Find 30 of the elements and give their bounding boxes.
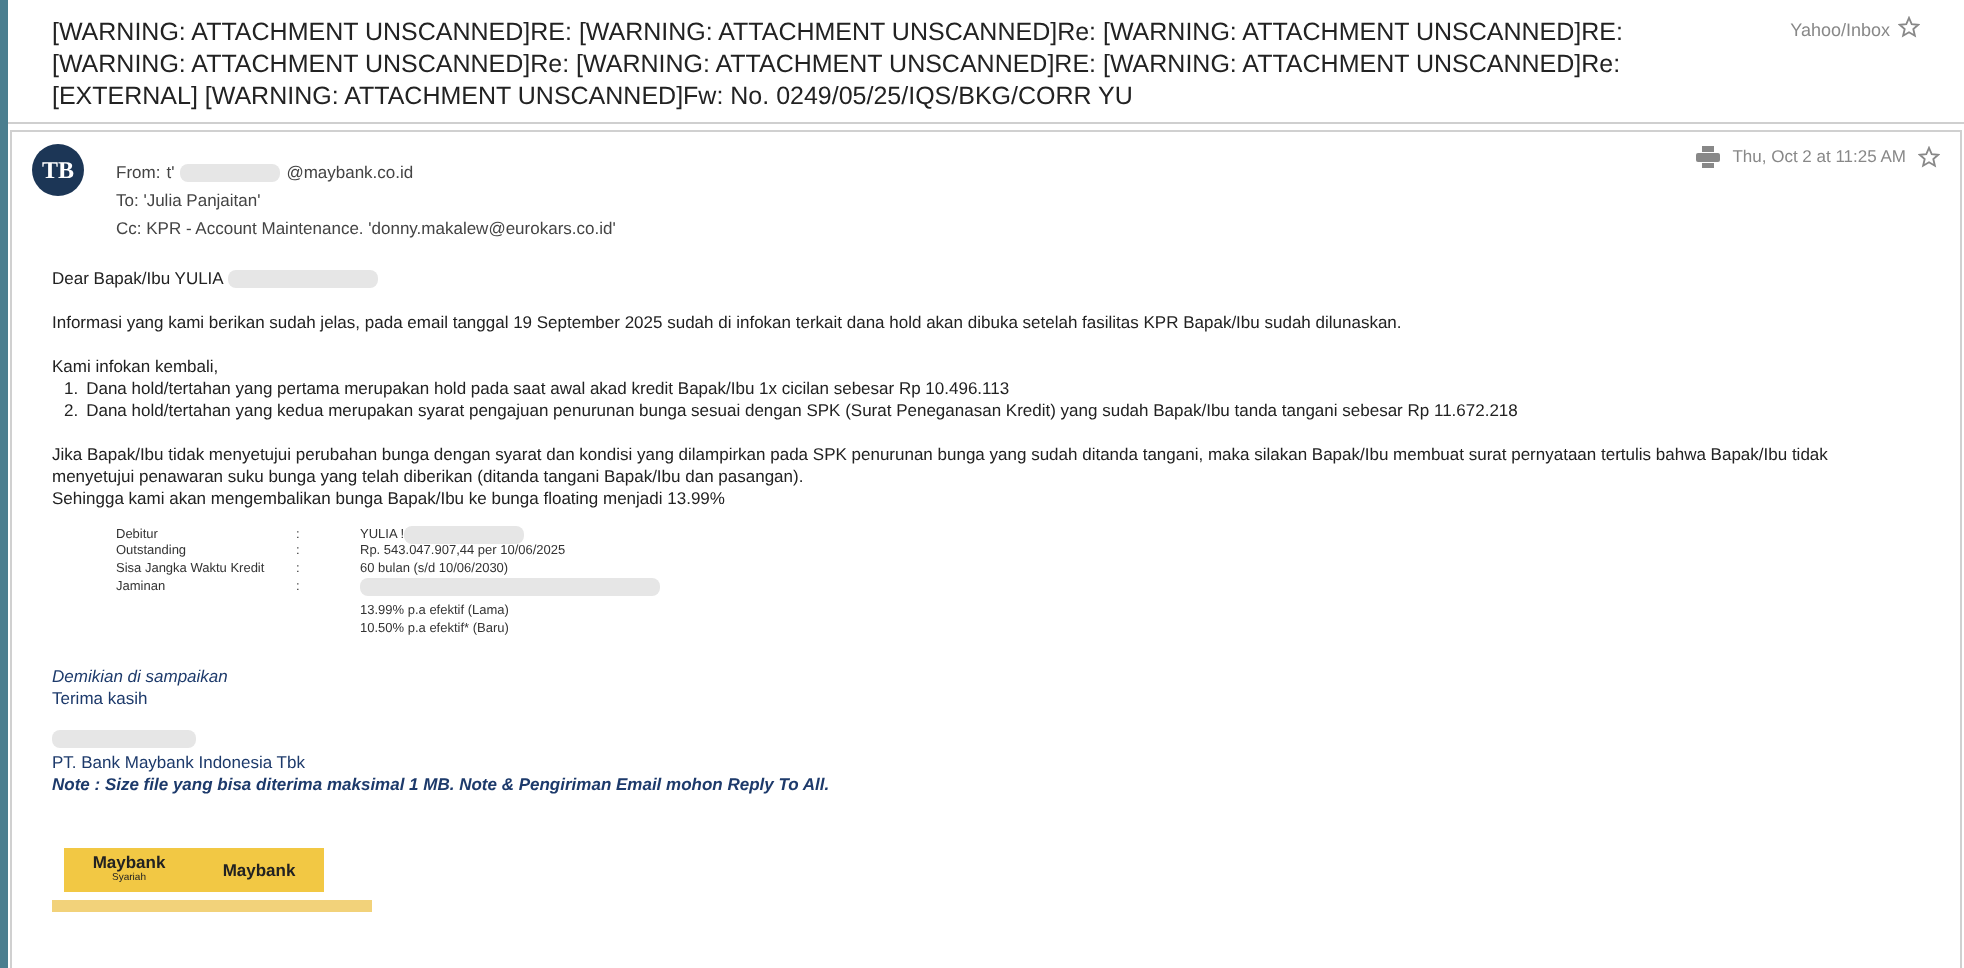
from-address: t' — [166, 160, 175, 186]
from-label: From: — [116, 160, 161, 186]
body-paragraph: Jika Bapak/Ibu tidak menyetujui perubahan bunga dengan syarat dan kondisi yang dilampirkan pada SPK penurunan bunga yang sudah ditanda tangani, maka silakan Bapak/Ibu membuat surat pernyataan tertulis bahwa Bapak/Ibu tidak menyetujui penawaran suku bunga yang telah diberikan (ditanda tangani Bapak/Ibu dan pasangan). — [52, 444, 1830, 489]
redacted-blur — [404, 526, 525, 545]
note-text: Note : Size file yang bisa diterima maksimal 1 MB. Note & Pengiriman Email mohon Reply To All. — [52, 774, 832, 797]
star-icon[interactable] — [1918, 145, 1940, 168]
list-item: Dana hold/tertahan yang kedua merupakan syarat pengajuan penurunan bunga sesuai dengan SPK (Surat Peneganasan Kredit) yang sudah Bapak/Ibu tanda tangani sebesar Rp 11.672.218 — [86, 400, 1518, 423]
redacted-blur — [180, 163, 281, 182]
closing-text: Demikian di sampaikan — [52, 666, 230, 689]
company-name: PT. Bank Maybank Indonesia Tbk — [52, 752, 307, 775]
logo-text: Maybank — [222, 862, 296, 879]
greeting: Dear Bapak/Ibu YULIA — [52, 268, 224, 291]
logo-text: Maybank — [92, 854, 166, 871]
message-date: Thu, Oct 2 at 11:25 AM — [1732, 144, 1906, 170]
list-number: 1. — [64, 378, 79, 401]
cc-line: Cc: KPR - Account Maintenance. 'donny.makalew@eurokars.co.id' — [116, 215, 618, 241]
list-number: 2. — [64, 400, 79, 423]
body-paragraph: Informasi yang kami berikan sudah jelas, pada email tanggal 19 September 2025 sudah di infokan terkait dana hold akan dibuka setelah fasilitas KPR Bapak/Ibu sudah dilunaskan. — [52, 312, 1404, 335]
thanks-text: Terima kasih — [52, 688, 150, 711]
star-icon[interactable] — [1898, 16, 1920, 38]
avatar: TB — [32, 144, 84, 196]
body-paragraph: Sehingga kami akan mengembalikan bunga Bapak/Ibu ke bunga floating menjadi 13.99% — [52, 488, 727, 511]
folder-label: Yahoo/Inbox — [1790, 18, 1890, 44]
from-domain: @maybank.co.id — [286, 160, 414, 186]
redacted-blur — [52, 729, 196, 747]
print-icon[interactable] — [1696, 145, 1721, 168]
to-line: To: 'Julia Panjaitan' — [116, 187, 263, 213]
list-item: Dana hold/tertahan yang pertama merupakan hold pada saat awal akad kredit Bapak/Ibu 1x cicilan sebesar Rp 10.496.113 — [86, 378, 1010, 401]
body-paragraph: Kami infokan kembali, — [52, 356, 221, 379]
email-subject: [WARNING: ATTACHMENT UNSCANNED]RE: [WARNING: ATTACHMENT UNSCANNED]Re: [WARNING: ATTACHMENT UNSCANNED]RE: [WARNING: ATTACHMENT UNSCANNED]Re: [WARNING: ATTACHMENT UNSCANNED]RE: [WARNING: ATTACHMENT UNSCANNED]Re: [EXTERNAL] [WARNING: ATTACHMENT UNSCANNED]Fw: No. 0249/05/25/IQS/BKG/CORR YU — [52, 16, 1625, 112]
